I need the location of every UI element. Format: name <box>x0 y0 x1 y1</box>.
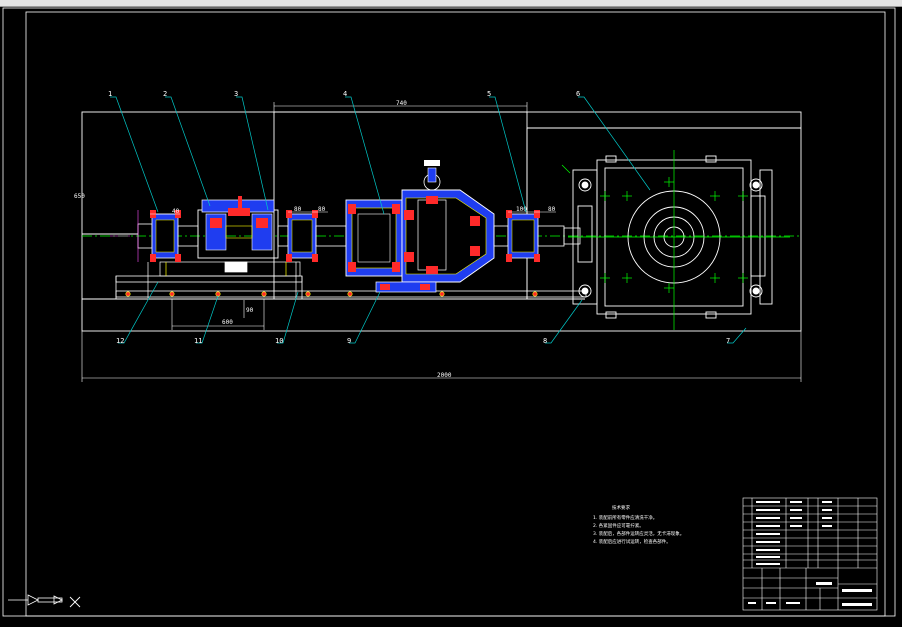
part-label-8: 8 <box>543 337 547 345</box>
part-label-6: 6 <box>576 90 580 98</box>
dim-bottom-vertical: 90 <box>246 307 254 314</box>
tech-note-1: 1. 装配前所有零件应清洗干净。 <box>593 514 657 521</box>
dim-bottom-mid: 600 <box>222 319 233 326</box>
dim-coupling-left: 40 <box>172 208 180 215</box>
part-label-5: 5 <box>487 90 491 98</box>
tech-note-3: 3. 装配后，各部件运转应灵活，无卡滞现象。 <box>593 530 684 537</box>
central-gearbox <box>345 160 495 293</box>
part-label-12: 12 <box>116 337 124 345</box>
ucs-axis-icon <box>8 594 63 606</box>
dim-top-span: 740 <box>396 100 407 107</box>
part-label-3: 3 <box>234 90 238 98</box>
base-bolts <box>125 291 538 297</box>
title-block <box>742 497 878 611</box>
cad-drawing-canvas[interactable]: 740 2000 650 600 90 40 80 80 100 80 1 2 … <box>0 6 902 627</box>
motor-unit-marks <box>561 150 790 330</box>
tech-note-2: 2. 各紧固件应可靠拧紧。 <box>593 522 644 529</box>
tech-notes: 技术要求 1. 装配前所有零件应清洗干净。 2. 各紧固件应可靠拧紧。 3. 装… <box>593 504 684 545</box>
crosshair-cursor-icon <box>69 596 81 608</box>
part-label-9: 9 <box>347 337 351 345</box>
part-label-10: 10 <box>275 337 283 345</box>
tech-notes-title: 技术要求 <box>612 504 630 511</box>
sheet-border <box>2 7 896 617</box>
dimension-marks <box>110 210 139 262</box>
title-block-fills <box>748 501 872 606</box>
part-label-4: 4 <box>343 90 347 98</box>
dim-coupling-right-a: 80 <box>294 206 302 213</box>
dim-height-left: 650 <box>74 193 85 200</box>
input-gearbox <box>197 196 279 270</box>
dim-overall-length: 2000 <box>437 372 452 379</box>
dim-coupling-far-b: 80 <box>548 206 556 213</box>
part-label-2: 2 <box>163 90 167 98</box>
part-label-1: 1 <box>108 90 112 98</box>
part-label-7: 7 <box>726 337 730 345</box>
part-label-11: 11 <box>194 337 202 345</box>
dim-coupling-right-b: 80 <box>318 206 326 213</box>
left-coupling <box>137 210 199 262</box>
right-coupling <box>493 210 581 262</box>
tech-note-4: 4. 装配后应进行试运转，检查各部件。 <box>593 538 671 545</box>
